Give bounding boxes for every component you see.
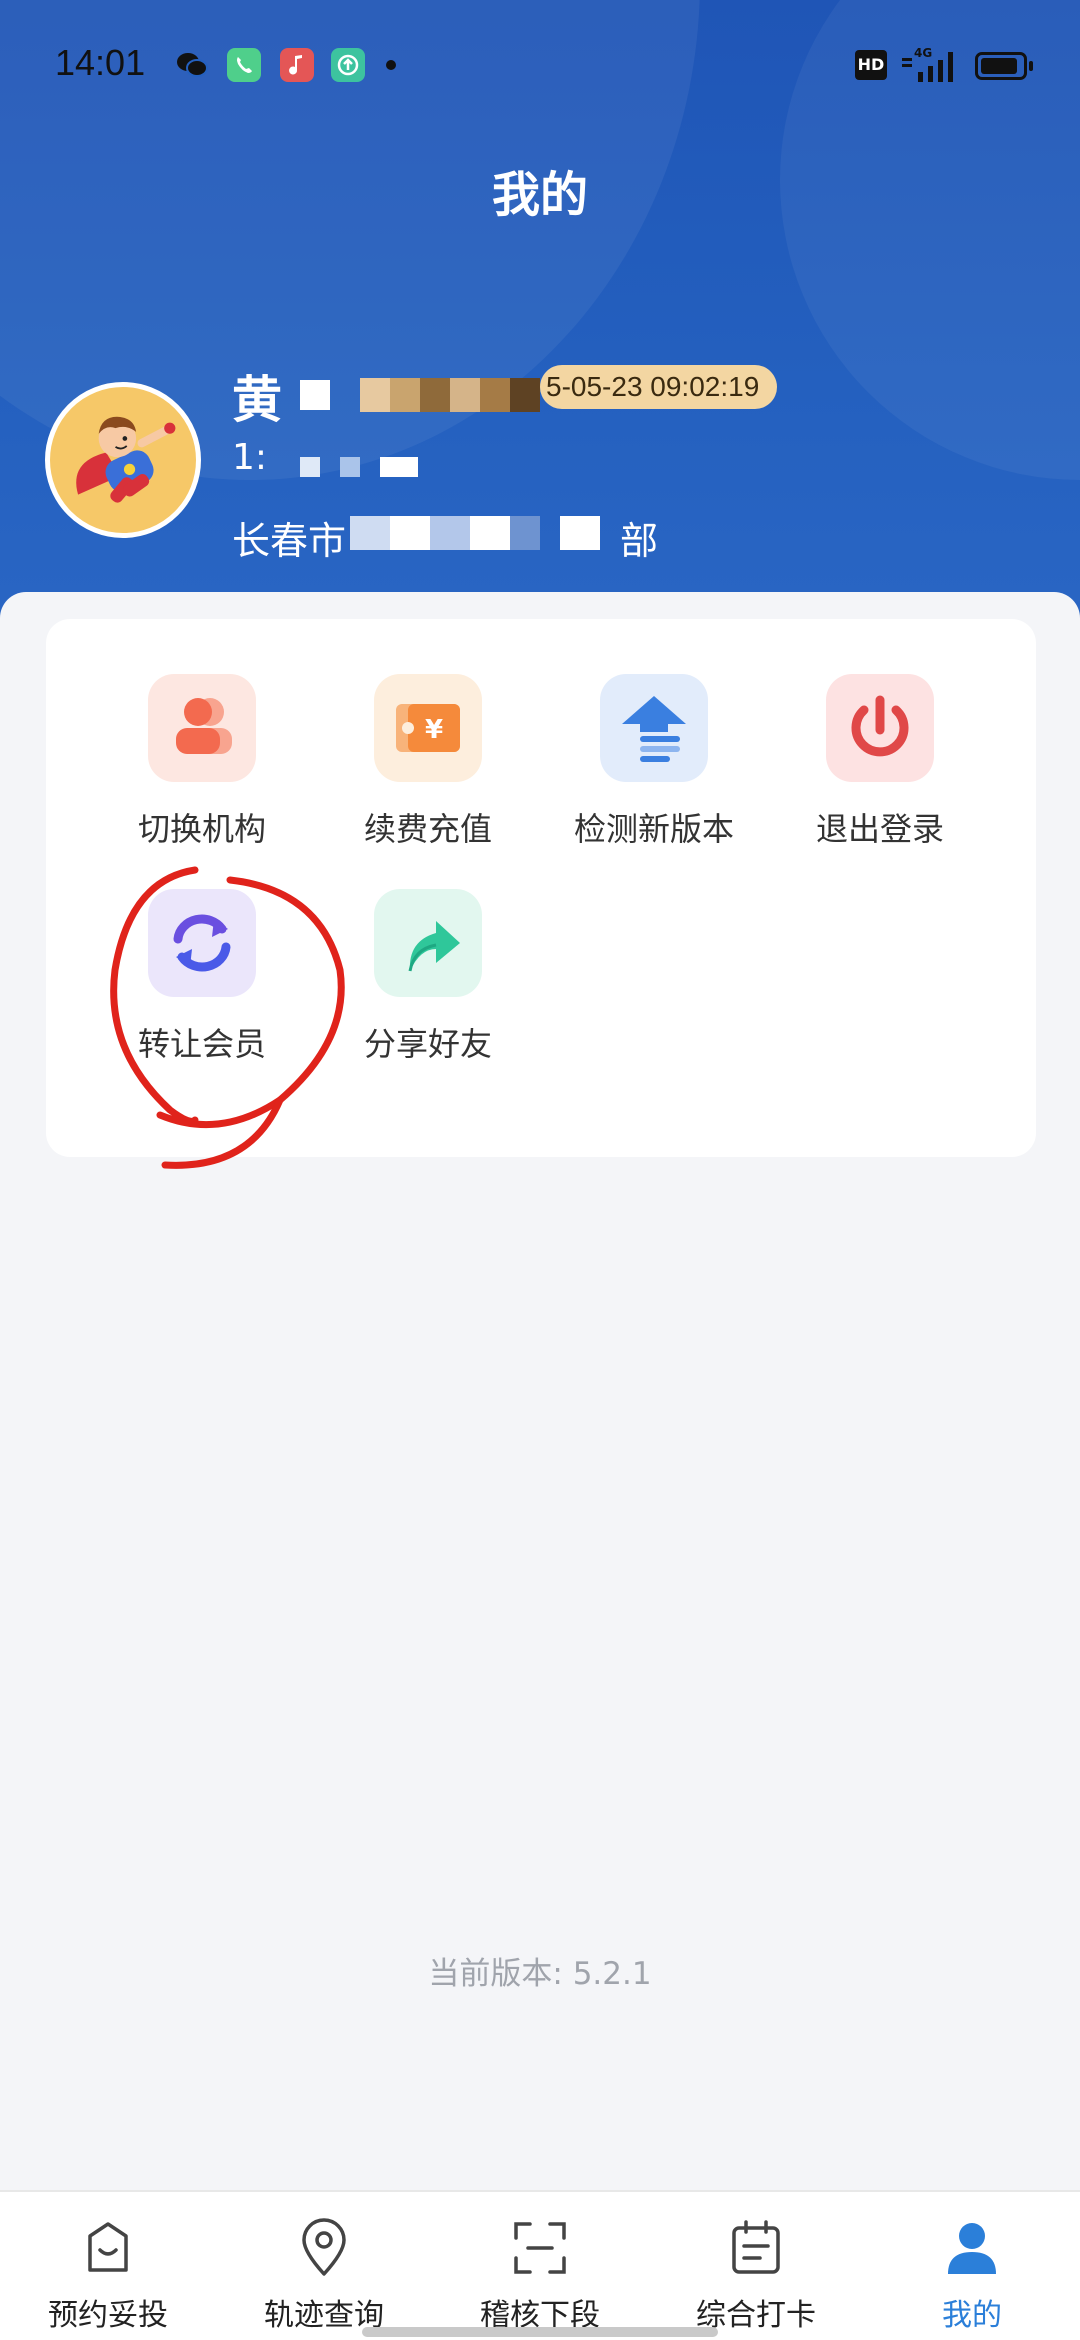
- tab-audit-segment[interactable]: 稽核下段: [432, 2192, 648, 2340]
- signal-4g-icon: 4G: [902, 46, 953, 82]
- date-time-badge: 5-05-23 09:02:19: [540, 365, 778, 409]
- avatar[interactable]: [45, 382, 201, 538]
- header-banner: 14:01 HD 4G 我的 黄 5-05-23 09:02:19 1: 长春市…: [0, 0, 1080, 640]
- hd-badge: HD: [855, 50, 887, 80]
- menu-label: 检测新版本: [573, 810, 734, 848]
- tab-label: 我的: [942, 2298, 1002, 2333]
- update-arrow-icon: [600, 674, 708, 782]
- svg-text:¥: ¥: [425, 715, 443, 745]
- organization-name-end: 部: [620, 519, 659, 563]
- menu-share-friends[interactable]: 分享好友: [328, 889, 528, 1089]
- menu-label: 退出登录: [815, 810, 944, 848]
- network-label: 4G: [914, 46, 932, 60]
- menu-card: 切换机构 ¥ 续费充值 检测新版本 退出登录 转让会员 分享好友: [46, 619, 1036, 1157]
- tab-label: 预约妥投: [48, 2298, 168, 2333]
- tab-mine[interactable]: 我的: [864, 2192, 1080, 2340]
- bag-smile-icon: [88, 2222, 128, 2272]
- phone-number: 1:: [232, 437, 268, 478]
- superhero-avatar-icon: [76, 416, 176, 503]
- status-bar: 14:01 HD 4G: [0, 0, 1080, 130]
- status-time: 14:01: [55, 42, 146, 83]
- transfer-refresh-icon: [148, 889, 256, 997]
- menu-label: 分享好友: [363, 1025, 492, 1063]
- wechat-icon: [177, 53, 208, 77]
- menu-check-update[interactable]: 检测新版本: [554, 674, 754, 874]
- redacted-org-mosaic: [320, 512, 620, 554]
- user-icon: [948, 2223, 996, 2274]
- app-version-text: 当前版本: 5.2.1: [428, 1956, 652, 1992]
- upload-app-icon: [331, 48, 365, 82]
- menu-label: 续费充值: [363, 810, 492, 848]
- switch-org-icon: [148, 674, 256, 782]
- power-icon: [826, 674, 934, 782]
- page-title: 我的: [491, 167, 588, 223]
- notification-dot: [386, 60, 396, 70]
- recharge-ticket-icon: ¥: [374, 674, 482, 782]
- music-app-icon: [280, 48, 314, 82]
- redacted-name-mosaic: [290, 376, 550, 416]
- location-pin-icon: [302, 2218, 346, 2276]
- tab-track-query[interactable]: 轨迹查询: [216, 2192, 432, 2340]
- phone-app-icon: [227, 48, 261, 82]
- user-name: 黄: [232, 371, 282, 429]
- menu-logout[interactable]: 退出登录: [780, 674, 980, 874]
- profile-page: 14:01 HD 4G 我的 黄 5-05-23 09:02:19 1: 长春市…: [0, 0, 1080, 2340]
- share-arrow-icon: [374, 889, 482, 997]
- tab-comprehensive-checkin[interactable]: 综合打卡: [648, 2192, 864, 2340]
- calendar-icon: [732, 2220, 780, 2274]
- menu-recharge[interactable]: ¥ 续费充值: [328, 674, 528, 874]
- menu-label: 切换机构: [137, 810, 266, 848]
- menu-transfer-member[interactable]: 转让会员: [102, 889, 302, 1089]
- home-indicator[interactable]: [362, 2327, 718, 2337]
- scan-frame-icon: [514, 2222, 566, 2274]
- bottom-tab-bar: 预约妥投 轨迹查询 稽核下段 综合打卡 我的: [0, 2190, 1080, 2340]
- redacted-phone-mosaic: [280, 452, 430, 482]
- battery-icon: [975, 52, 1033, 80]
- tab-appointment-delivery[interactable]: 预约妥投: [0, 2192, 216, 2340]
- menu-switch-org[interactable]: 切换机构: [102, 674, 302, 874]
- menu-label: 转让会员: [137, 1025, 266, 1063]
